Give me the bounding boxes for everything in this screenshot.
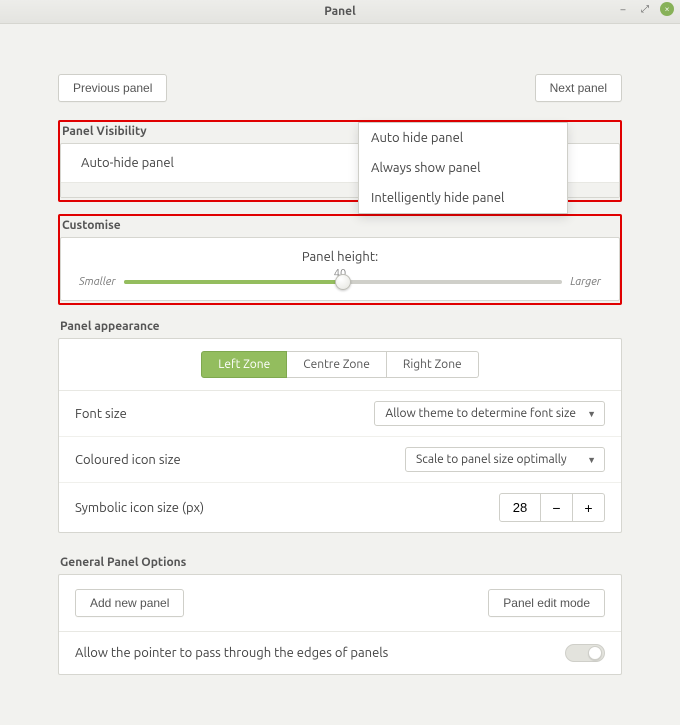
panel-nav: Previous panel Next panel — [58, 74, 622, 102]
tab-centre-zone[interactable]: Centre Zone — [287, 351, 387, 378]
pointer-passthrough-label: Allow the pointer to pass through the ed… — [75, 646, 388, 660]
symbolic-icon-size-label: Symbolic icon size (px) — [75, 501, 204, 515]
font-size-select[interactable]: Allow theme to determine font size ▼ — [374, 401, 605, 426]
visibility-option-auto-hide[interactable]: Auto hide panel — [359, 123, 567, 153]
panel-appearance-heading: Panel appearance — [58, 317, 622, 338]
tab-left-zone[interactable]: Left Zone — [201, 351, 287, 378]
maximize-button[interactable]: ⤢ — [638, 2, 652, 16]
zone-tabs: Left Zone Centre Zone Right Zone — [59, 339, 621, 391]
window-title: Panel — [324, 5, 355, 18]
close-button[interactable]: × — [660, 2, 674, 16]
add-new-panel-button[interactable]: Add new panel — [75, 589, 184, 617]
font-size-label: Font size — [75, 407, 127, 421]
panel-appearance-frame: Left Zone Centre Zone Right Zone Font si… — [58, 338, 622, 533]
window-controls: – ⤢ × — [616, 2, 674, 16]
font-size-value: Allow theme to determine font size — [385, 407, 576, 420]
next-panel-button[interactable]: Next panel — [535, 74, 622, 102]
slider-min-label: Smaller — [79, 276, 116, 288]
customise-section: Customise Panel height: 40 Smaller Large… — [58, 214, 622, 305]
visibility-option-always-show[interactable]: Always show panel — [359, 153, 567, 183]
general-options-frame: Add new panel Panel edit mode Allow the … — [58, 574, 622, 675]
visibility-option-intelligent-hide[interactable]: Intelligently hide panel — [359, 183, 567, 213]
stepper-minus-button[interactable]: − — [541, 493, 573, 522]
toggle-knob — [588, 646, 602, 660]
coloured-icon-size-select[interactable]: Scale to panel size optimally ▼ — [405, 447, 605, 472]
stepper-plus-button[interactable]: + — [573, 493, 605, 522]
tab-right-zone[interactable]: Right Zone — [387, 351, 479, 378]
panel-height-label: Panel height: — [79, 250, 601, 264]
slider-fill — [124, 280, 343, 284]
slider-thumb[interactable] — [335, 274, 351, 290]
minimize-button[interactable]: – — [616, 2, 630, 16]
coloured-icon-size-label: Coloured icon size — [75, 453, 181, 467]
coloured-icon-size-value: Scale to panel size optimally — [416, 453, 567, 466]
panel-edit-mode-button[interactable]: Panel edit mode — [488, 589, 605, 617]
panel-visibility-dropdown: Auto hide panel Always show panel Intell… — [358, 122, 568, 214]
symbolic-icon-size-stepper: − + — [499, 493, 605, 522]
title-bar: Panel – ⤢ × — [0, 0, 680, 24]
panel-height-slider[interactable] — [124, 280, 563, 284]
panel-visibility-section: Panel Visibility Auto-hide panel Auto hi… — [58, 120, 622, 202]
customise-heading: Customise — [60, 216, 620, 237]
previous-panel-button[interactable]: Previous panel — [58, 74, 167, 102]
general-options-heading: General Panel Options — [58, 553, 622, 574]
chevron-down-icon: ▼ — [587, 455, 596, 465]
slider-max-label: Larger — [570, 276, 601, 288]
chevron-down-icon: ▼ — [587, 409, 596, 419]
pointer-passthrough-toggle[interactable]: × — [565, 644, 605, 662]
symbolic-icon-size-input[interactable] — [499, 493, 541, 522]
